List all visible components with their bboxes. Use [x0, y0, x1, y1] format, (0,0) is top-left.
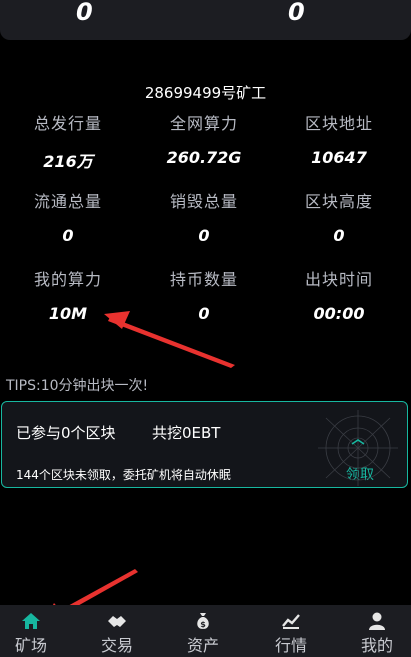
stat-label: 出块时间 [304, 270, 373, 289]
stat-network-hashrate: 全网算力 260.72G [144, 110, 264, 167]
tips-text: TIPS:10分钟出块一次! [6, 378, 149, 394]
stat-label: 区块高度 [304, 192, 373, 211]
stat-block-address: 区块地址 10647 [279, 110, 399, 167]
tab-label: 交易 [100, 636, 133, 655]
stat-label: 总发行量 [33, 114, 102, 133]
user-icon [369, 612, 385, 630]
top-left-value: 0 [76, 0, 93, 26]
tab-market[interactable]: 行情 [256, 605, 326, 657]
tab-label: 我的 [360, 636, 393, 655]
home-icon [22, 613, 40, 629]
tab-trade[interactable]: 交易 [82, 605, 152, 657]
money-bag-icon: $ [197, 613, 209, 629]
miner-id: 28699499号矿工 [144, 84, 267, 102]
stat-circulating: 流通总量 0 [8, 188, 128, 245]
stat-value: 216万 [43, 152, 93, 171]
tab-label: 行情 [274, 636, 307, 655]
stats-row: 总发行量 216万 全网算力 260.72G 区块地址 10647 [0, 110, 411, 188]
stats-row: 流通总量 0 销毁总量 0 区块高度 0 [0, 188, 411, 266]
top-right-value: 0 [288, 0, 305, 26]
stat-total-supply: 总发行量 216万 [8, 110, 128, 172]
tab-assets[interactable]: $ 资产 [168, 605, 238, 657]
stat-label: 全网算力 [169, 114, 238, 133]
stat-value: 0 [198, 226, 210, 245]
bottom-tab-bar: 矿场 交易 $ 资产 行情 我的 [0, 605, 411, 657]
stat-label: 我的算力 [33, 270, 102, 289]
stat-burned: 销毁总量 0 [144, 188, 264, 245]
stat-value: 260.72G [166, 148, 242, 167]
top-summary-card: 0 0 [0, 0, 411, 40]
stat-block-time: 出块时间 00:00 [279, 266, 399, 323]
tab-label: 资产 [186, 636, 219, 655]
svg-text:$: $ [200, 620, 206, 629]
unclaimed-notice: 144个区块未领取，委托矿机将自动休眠 [16, 468, 231, 482]
stat-block-height: 区块高度 0 [279, 188, 399, 245]
stat-label: 流通总量 [33, 192, 102, 211]
handshake-icon [108, 616, 126, 627]
stat-value: 0 [62, 226, 74, 245]
joined-blocks-text: 已参与0个区块 [16, 424, 116, 442]
tab-mine[interactable]: 矿场 [0, 605, 66, 657]
tab-profile[interactable]: 我的 [342, 605, 411, 657]
stat-value: 00:00 [313, 304, 365, 323]
stat-value: 10647 [311, 148, 367, 167]
mined-total-text: 共挖0EBT [152, 424, 221, 442]
annotation-arrow [104, 311, 235, 368]
mining-status-card: 已参与0个区块 共挖0EBT 144个区块未领取，委托矿机将自动休眠 领取 [1, 401, 408, 488]
web-decoration-icon [318, 410, 398, 486]
stat-value: 0 [333, 226, 345, 245]
trend-chart-icon [282, 614, 300, 629]
stat-label: 区块地址 [304, 114, 373, 133]
stat-label: 持币数量 [169, 270, 238, 289]
tab-label: 矿场 [14, 636, 47, 655]
stat-label: 销毁总量 [169, 192, 238, 211]
